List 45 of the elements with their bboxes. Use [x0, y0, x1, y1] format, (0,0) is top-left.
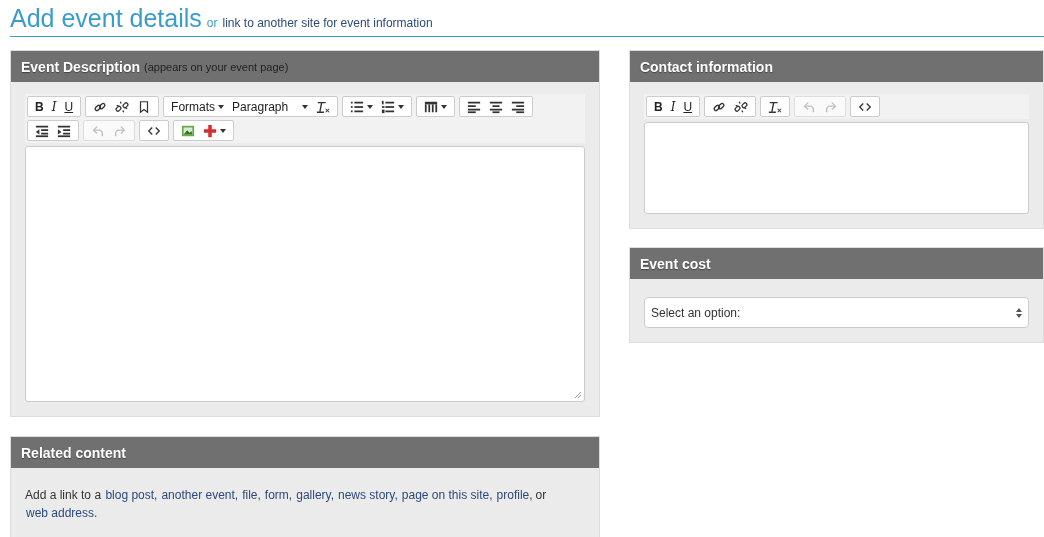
align-left-icon: [467, 99, 482, 114]
plus-icon: [203, 123, 217, 138]
table-icon: [424, 99, 439, 114]
related-links-sentence: Add a link to a blog post, another event, file, form, gallery, news story, page on this site, profile, or web address.: [25, 487, 548, 522]
content-type-link[interactable]: web address.: [26, 506, 98, 520]
bullet-list-icon: [350, 99, 365, 114]
content-type-link[interactable]: profile,: [496, 488, 533, 502]
caret-icon: [398, 104, 405, 109]
image-icon: [181, 123, 195, 138]
content-type-link[interactable]: form,: [264, 488, 293, 502]
caret-icon: [367, 104, 374, 109]
caret-icon: [218, 104, 225, 109]
clear-format-icon: [768, 99, 783, 114]
content-type-link[interactable]: page on this site,: [401, 488, 493, 502]
cost-select[interactable]: Select an option:: [643, 297, 1029, 328]
caret-icon: [220, 128, 226, 133]
content-type-link[interactable]: blog post,: [105, 488, 158, 502]
broken-link-icon: [734, 99, 749, 114]
caret-icon: [302, 104, 309, 109]
panel-note: (appears on your event page): [144, 60, 289, 73]
indent-icon: [57, 123, 71, 138]
external-site-link[interactable]: link to another site for event information: [222, 16, 433, 30]
undo-arrow-icon: [91, 123, 105, 138]
content-type-link[interactable]: news story,: [338, 488, 398, 502]
up-down-arrows-icon: [1016, 307, 1022, 318]
clear-format-icon: [316, 99, 331, 114]
align-right-icon: [511, 99, 526, 114]
outdent-icon: [35, 123, 49, 138]
undo-arrow-icon: [802, 99, 817, 114]
page-title: Add event details: [10, 4, 202, 33]
numbered-list-icon: [381, 99, 396, 114]
redo-arrow-icon: [824, 99, 839, 114]
or-text: or: [206, 16, 218, 30]
align-center-icon: [489, 99, 504, 114]
broken-link-icon: [115, 99, 130, 114]
resize-grip-icon: [573, 391, 582, 399]
panel-title: Event cost: [639, 255, 711, 272]
panel-title: Event Description: [21, 58, 141, 75]
content-type-link[interactable]: gallery,: [296, 488, 334, 502]
content-type-link[interactable]: file,: [242, 488, 261, 502]
panel-title: Related content: [21, 444, 126, 461]
panel-title: Contact information: [639, 58, 773, 75]
caret-icon: [441, 104, 448, 109]
content-type-link[interactable]: another event,: [161, 488, 239, 502]
redo-arrow-icon: [113, 123, 127, 138]
